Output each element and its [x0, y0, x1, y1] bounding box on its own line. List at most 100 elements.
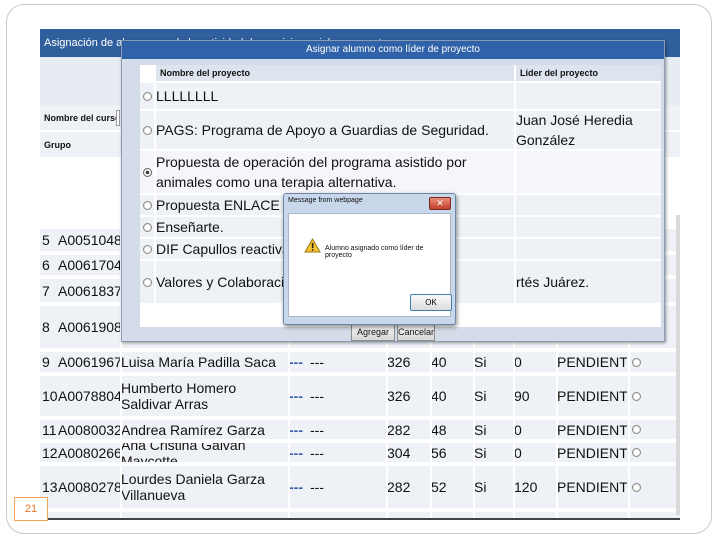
cell-status: PENDIENTE [557, 479, 627, 495]
cell-num: 12 [42, 444, 58, 461]
project-leader [516, 195, 661, 215]
cell-status: PENDIENTE [557, 388, 627, 404]
cell-v4: 90 [514, 388, 530, 404]
cell-status: PENDIENTE [557, 444, 627, 461]
course-label: Nombre del curso [44, 113, 121, 123]
cell-v4: 0 [514, 421, 522, 438]
page-number: 21 [14, 497, 48, 521]
table-row: 11A00800320Andrea Ramírez Garza --- --- 282… [40, 420, 680, 441]
project-leader: Juan José Heredia González [516, 111, 661, 149]
cell-d1: --- [289, 444, 303, 461]
cell-num: 7 [42, 282, 50, 299]
cell-id: A00619085 [58, 319, 120, 335]
project-row[interactable]: LLLLLLLL [140, 81, 661, 109]
cell-id: A00800320 [58, 421, 120, 438]
cell-v1: 326 [387, 388, 411, 404]
cell-d1: --- [289, 388, 303, 404]
cell-v4: 0 [514, 444, 522, 461]
project-radio[interactable] [140, 111, 154, 149]
cell-name: Humberto Homero Saldivar Arras [121, 380, 237, 412]
row-radio[interactable] [632, 420, 644, 439]
project-leader [516, 217, 661, 237]
cell-v4: 0 [514, 354, 522, 370]
project-leader [516, 83, 661, 109]
project-row[interactable]: PAGS: Programa de Apoyo a Guardias de Se… [140, 109, 661, 149]
cell-v2: 52 [431, 479, 447, 495]
project-radio[interactable] [140, 195, 154, 215]
cell-v3: Si [474, 444, 487, 461]
ok-button[interactable]: OK [410, 294, 452, 311]
project-radio[interactable] [140, 261, 154, 303]
group-label: Grupo [44, 140, 71, 150]
col-header-project: Nombre del proyecto [156, 65, 514, 81]
cell-id: A00618378 [58, 282, 120, 299]
project-name: PAGS: Programa de Apoyo a Guardias de Se… [156, 111, 514, 149]
project-radio[interactable] [140, 217, 154, 237]
cell-num: 10 [42, 388, 58, 404]
warning-icon [304, 238, 321, 253]
slide-bottom-rule [40, 518, 680, 520]
cell-id: A00802785 [58, 479, 120, 495]
cell-d2: --- [310, 479, 324, 495]
cell-num: 11 [42, 421, 57, 438]
cell-v1: 304 [387, 444, 411, 461]
cell-d2: --- [310, 444, 324, 461]
project-radio[interactable] [140, 83, 154, 109]
alert-dialog: Message from webpage ✕ Alumno asignado c… [283, 193, 456, 325]
cell-name: Andrea Ramírez Garza [121, 421, 265, 438]
cell-d2: --- [310, 421, 324, 438]
table-row: 13A00802785Lourdes Daniela Garza Villanu… [40, 466, 680, 510]
row-radio[interactable] [632, 443, 644, 462]
cell-v3: Si [474, 388, 487, 404]
cell-d1: --- [289, 421, 303, 438]
project-radio[interactable] [140, 239, 154, 259]
cell-num: 8 [42, 319, 50, 335]
project-leader [516, 239, 661, 259]
cell-id: A00510485 [58, 232, 120, 248]
table-row: 10A00788046Humberto Homero Saldivar Arra… [40, 376, 680, 418]
cell-v1: 282 [387, 421, 411, 438]
cell-id: A00802666 [58, 444, 120, 461]
cell-v3: Si [474, 354, 487, 370]
cell-v2: 56 [431, 444, 447, 461]
cell-v4: 120 [514, 479, 538, 495]
alert-body: Alumno asignado como líder de proyecto O… [288, 213, 452, 317]
cell-v2: 40 [431, 354, 447, 370]
cell-num: 5 [42, 232, 50, 248]
close-icon[interactable]: ✕ [429, 197, 451, 210]
project-name: Propuesta de operación del programa asis… [156, 151, 514, 193]
project-leader: rtés Juárez. [516, 261, 661, 303]
project-row[interactable]: Propuesta de operación del programa asis… [140, 149, 661, 193]
vertical-scrollbar[interactable] [676, 215, 680, 515]
cell-d1: --- [289, 479, 303, 495]
add-button[interactable]: Agregar [351, 323, 395, 341]
dialog-title: Asignar alumno como líder de proyecto [122, 41, 664, 59]
course-field[interactable] [116, 110, 120, 126]
cell-v1: 282 [387, 479, 411, 495]
cell-d1: --- [289, 354, 303, 370]
project-radio[interactable] [140, 151, 154, 193]
cell-num: 9 [42, 354, 50, 370]
cell-name: Luisa María Padilla Saca [121, 354, 276, 370]
cell-v3: Si [474, 421, 487, 438]
cell-status: PENDIENTE [557, 354, 627, 370]
project-name: LLLLLLLL [156, 83, 514, 109]
cell-status: PENDIENTE [557, 421, 627, 438]
alert-message: Alumno asignado como líder de proyecto [325, 245, 424, 259]
cell-d2: --- [310, 388, 324, 404]
cancel-button[interactable]: Cancelar [397, 323, 435, 341]
cell-v2: 48 [431, 421, 447, 438]
row-radio[interactable] [632, 376, 644, 416]
cell-v1: 326 [387, 354, 411, 370]
cell-id: A00619679 [58, 354, 120, 370]
row-radio[interactable] [632, 466, 644, 508]
col-header-leader: Líder del proyecto [516, 65, 661, 81]
cell-id: A00788046 [58, 388, 120, 404]
cell-id: A00617047 [58, 257, 120, 273]
project-leader [516, 151, 661, 193]
cell-v3: Si [474, 479, 487, 495]
row-radio[interactable] [632, 352, 644, 372]
cell-num: 6 [42, 257, 50, 273]
table-row: 9 A00619679Luisa María Padilla Saca --- ---… [40, 352, 680, 374]
table-row: 12A00802666Ana Cristina Galván Maycotte -… [40, 443, 680, 464]
